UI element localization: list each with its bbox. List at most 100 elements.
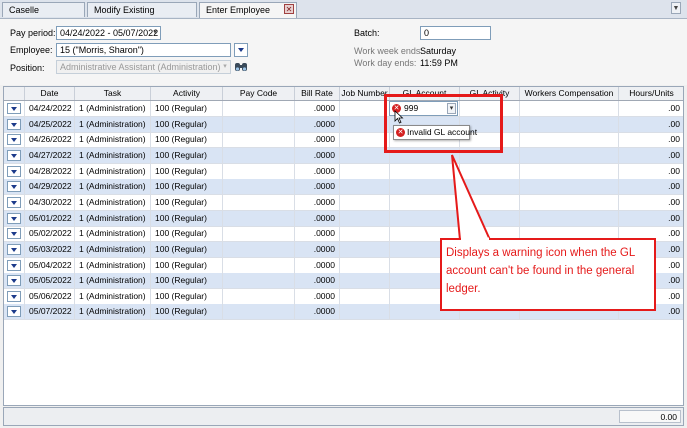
cell-job-number[interactable] bbox=[340, 226, 390, 243]
cell-pay-code[interactable] bbox=[223, 273, 295, 290]
cell-workers-comp[interactable] bbox=[520, 116, 619, 133]
row-dropdown-button[interactable] bbox=[7, 212, 21, 224]
cell-task[interactable]: 1 (Administration) bbox=[75, 273, 151, 290]
cell-gl-account[interactable] bbox=[390, 179, 460, 196]
cell-bill-rate[interactable]: .0000 bbox=[295, 288, 340, 305]
cell-pay-code[interactable] bbox=[223, 163, 295, 180]
cell-bill-rate[interactable]: .0000 bbox=[295, 101, 340, 117]
cell-activity[interactable]: 100 (Regular) bbox=[151, 288, 223, 305]
cell-activity[interactable]: 100 (Regular) bbox=[151, 179, 223, 196]
table-row[interactable]: 04/27/2022 1 (Administration) 100 (Regular… bbox=[4, 147, 683, 164]
cell-pay-code[interactable] bbox=[223, 147, 295, 164]
table-row[interactable]: 05/01/2022 1 (Administration) 100 (Regular… bbox=[4, 210, 683, 227]
row-dropdown-cell[interactable] bbox=[4, 241, 25, 258]
cell-task[interactable]: 1 (Administration) bbox=[75, 226, 151, 243]
cell-task[interactable]: 1 (Administration) bbox=[75, 132, 151, 149]
cell-gl-account[interactable] bbox=[390, 163, 460, 180]
cell-hours[interactable]: .00 bbox=[619, 132, 683, 148]
cell-bill-rate[interactable]: .0000 bbox=[295, 257, 340, 274]
column-header[interactable]: Workers Compensation bbox=[520, 87, 619, 100]
row-dropdown-button[interactable] bbox=[7, 243, 21, 255]
cell-activity[interactable]: 100 (Regular) bbox=[151, 132, 223, 149]
cell-activity[interactable]: 100 (Regular) bbox=[151, 210, 223, 227]
table-row[interactable]: 04/25/2022 1 (Administration) 100 (Regular… bbox=[4, 116, 683, 133]
cell-job-number[interactable] bbox=[340, 210, 390, 227]
employee-dropdown-button[interactable] bbox=[234, 43, 248, 57]
cell-activity[interactable]: 100 (Regular) bbox=[151, 163, 223, 180]
table-row[interactable]: 04/29/2022 1 (Administration) 100 (Regular… bbox=[4, 179, 683, 196]
cell-task[interactable]: 1 (Administration) bbox=[75, 179, 151, 196]
cell-activity[interactable]: 100 (Regular) bbox=[151, 304, 223, 321]
cell-workers-comp[interactable] bbox=[520, 132, 619, 149]
row-dropdown-button[interactable] bbox=[7, 181, 21, 193]
cell-pay-code[interactable] bbox=[223, 116, 295, 133]
cell-pay-code[interactable] bbox=[223, 179, 295, 196]
cell-pay-code[interactable] bbox=[223, 101, 295, 117]
cell-pay-code[interactable] bbox=[223, 226, 295, 243]
column-header[interactable]: Hours/Units bbox=[619, 87, 683, 100]
cell-hours[interactable]: .00 bbox=[619, 179, 683, 195]
cell-date[interactable]: 05/02/2022 bbox=[25, 226, 75, 243]
column-header[interactable]: GL Activity bbox=[460, 87, 520, 100]
cell-date[interactable]: 05/03/2022 bbox=[25, 241, 75, 258]
cell-task[interactable]: 1 (Administration) bbox=[75, 116, 151, 133]
row-dropdown-button[interactable] bbox=[7, 290, 21, 302]
cell-hours[interactable]: .00 bbox=[619, 101, 683, 117]
cell-date[interactable]: 04/29/2022 bbox=[25, 179, 75, 196]
column-header[interactable]: Job Number bbox=[340, 87, 390, 100]
column-header[interactable]: GL Account bbox=[390, 87, 460, 100]
row-dropdown-button[interactable] bbox=[7, 118, 21, 130]
cell-gl-activity[interactable] bbox=[460, 163, 520, 180]
column-header[interactable]: Date bbox=[25, 87, 75, 100]
cell-pay-code[interactable] bbox=[223, 194, 295, 211]
cell-job-number[interactable] bbox=[340, 132, 390, 149]
cell-date[interactable]: 04/25/2022 bbox=[25, 116, 75, 133]
cell-activity[interactable]: 100 (Regular) bbox=[151, 116, 223, 133]
row-dropdown-cell[interactable] bbox=[4, 194, 25, 211]
table-row[interactable]: 04/30/2022 1 (Administration) 100 (Regular… bbox=[4, 194, 683, 211]
row-dropdown-cell[interactable] bbox=[4, 116, 25, 133]
cell-bill-rate[interactable]: .0000 bbox=[295, 273, 340, 290]
cell-task[interactable]: 1 (Administration) bbox=[75, 194, 151, 211]
column-header[interactable]: Activity bbox=[151, 87, 223, 100]
column-header[interactable]: Bill Rate bbox=[295, 87, 340, 100]
column-header[interactable]: Task bbox=[75, 87, 151, 100]
cell-activity[interactable]: 100 (Regular) bbox=[151, 194, 223, 211]
row-dropdown-button[interactable] bbox=[7, 228, 21, 240]
cell-date[interactable]: 04/27/2022 bbox=[25, 147, 75, 164]
cell-pay-code[interactable] bbox=[223, 210, 295, 227]
cell-job-number[interactable] bbox=[340, 147, 390, 164]
cell-hours[interactable]: .00 bbox=[619, 195, 683, 211]
cell-job-number[interactable] bbox=[340, 257, 390, 274]
employee-field[interactable]: 15 ("Morris, Sharon") bbox=[56, 43, 231, 57]
cell-workers-comp[interactable] bbox=[520, 210, 619, 227]
row-dropdown-cell[interactable] bbox=[4, 288, 25, 305]
cell-job-number[interactable] bbox=[340, 179, 390, 196]
cell-hours[interactable]: .00 bbox=[619, 211, 683, 227]
cell-hours[interactable]: .00 bbox=[619, 148, 683, 164]
cell-job-number[interactable] bbox=[340, 241, 390, 258]
row-dropdown-button[interactable] bbox=[7, 196, 21, 208]
row-dropdown-cell[interactable] bbox=[4, 226, 25, 243]
cell-activity[interactable]: 100 (Regular) bbox=[151, 257, 223, 274]
cell-gl-account[interactable] bbox=[390, 210, 460, 227]
cell-date[interactable]: 05/04/2022 bbox=[25, 257, 75, 274]
cell-bill-rate[interactable]: .0000 bbox=[295, 226, 340, 243]
cell-task[interactable]: 1 (Administration) bbox=[75, 288, 151, 305]
cell-pay-code[interactable] bbox=[223, 132, 295, 149]
row-dropdown-cell[interactable] bbox=[4, 132, 25, 149]
cell-date[interactable]: 05/05/2022 bbox=[25, 273, 75, 290]
row-dropdown-cell[interactable] bbox=[4, 210, 25, 227]
table-row[interactable]: 04/26/2022 1 (Administration) 100 (Regular… bbox=[4, 132, 683, 149]
cell-bill-rate[interactable]: .0000 bbox=[295, 163, 340, 180]
chevron-down-icon[interactable]: ▾ bbox=[447, 103, 456, 114]
cell-job-number[interactable] bbox=[340, 163, 390, 180]
cell-job-number[interactable] bbox=[340, 304, 390, 321]
scroll-down-icon[interactable]: ▼ bbox=[671, 2, 681, 14]
row-dropdown-button[interactable] bbox=[7, 149, 21, 161]
cell-gl-account[interactable] bbox=[390, 194, 460, 211]
row-dropdown-cell[interactable] bbox=[4, 147, 25, 164]
cell-bill-rate[interactable]: .0000 bbox=[295, 132, 340, 149]
row-dropdown-button[interactable] bbox=[7, 103, 21, 114]
table-row[interactable]: 04/24/2022 1 (Administration) 100 (Regular… bbox=[4, 101, 683, 117]
